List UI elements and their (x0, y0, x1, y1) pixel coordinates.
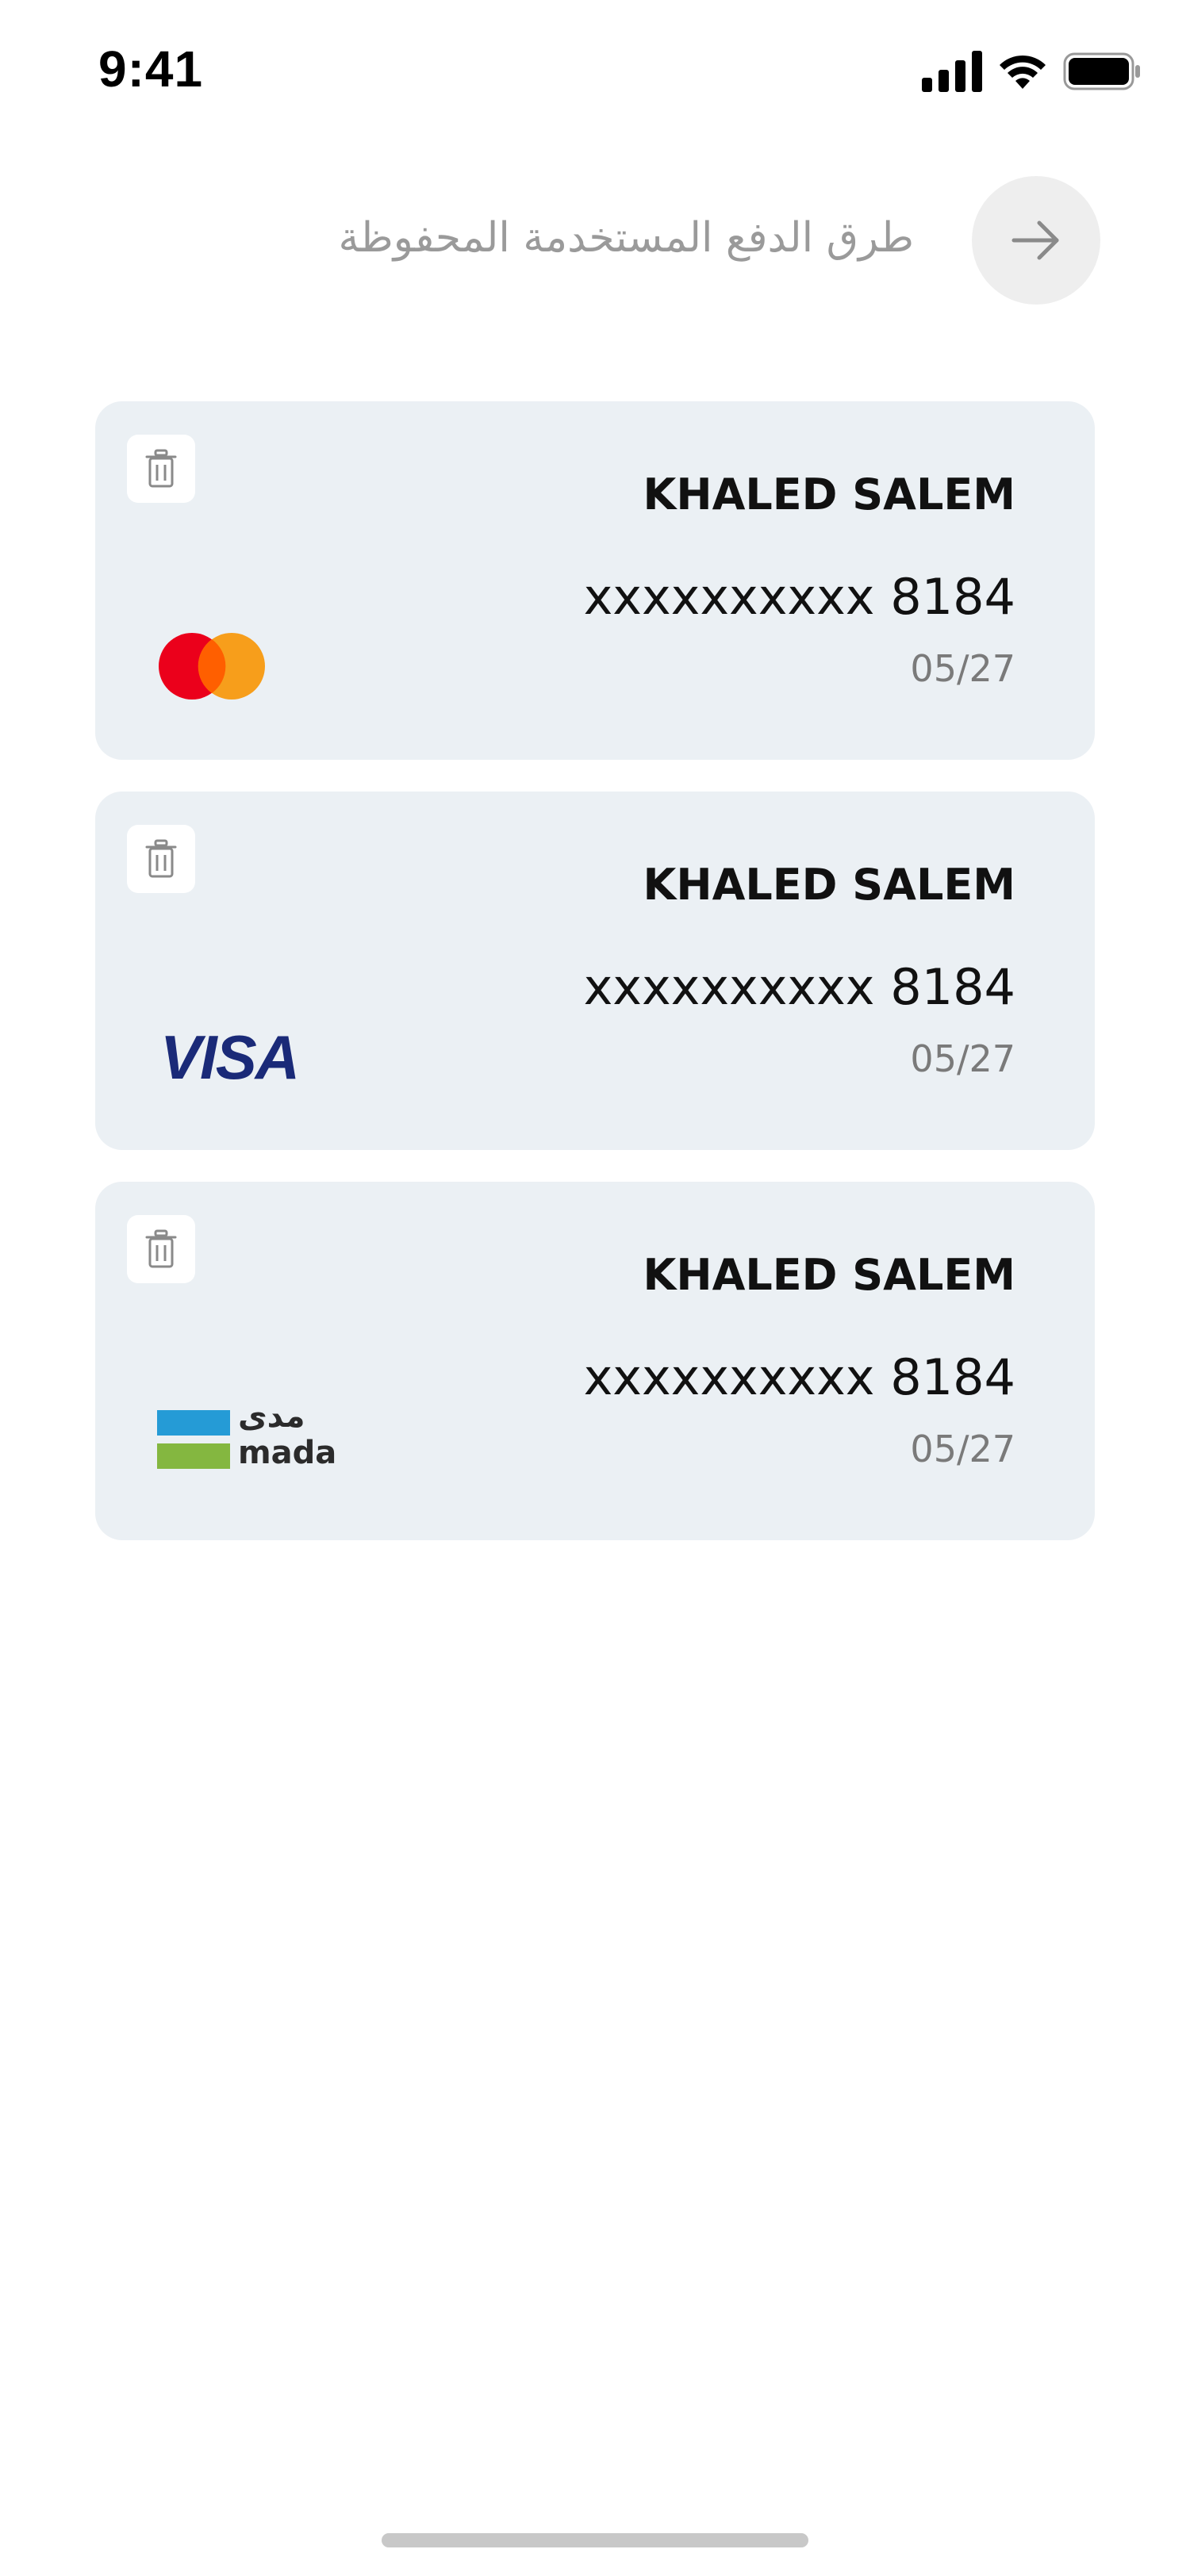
delete-card-button[interactable] (127, 435, 195, 503)
card-holder-name: KHALED SALEM (643, 1250, 1015, 1300)
saved-card[interactable]: KHALED SALEM xxxxxxxxxx 8184 05/27 مدى m… (95, 1182, 1095, 1540)
arrow-right-icon (1012, 220, 1059, 260)
card-expiry: 05/27 (910, 647, 1015, 690)
mada-green-bar (157, 1443, 230, 1469)
saved-cards-list: KHALED SALEM xxxxxxxxxx 8184 05/27 KHALE… (95, 401, 1095, 1572)
mada-arabic-text: مدى (238, 1398, 305, 1435)
card-expiry: 05/27 (910, 1428, 1015, 1470)
saved-card[interactable]: KHALED SALEM xxxxxxxxxx 8184 05/27 (95, 401, 1095, 760)
back-button[interactable] (972, 176, 1100, 305)
mastercard-logo (157, 631, 267, 701)
trash-icon (145, 839, 177, 878)
visa-logo: VISA (160, 1022, 300, 1092)
card-holder-name: KHALED SALEM (643, 470, 1015, 519)
delete-card-button[interactable] (127, 1215, 195, 1283)
card-number: xxxxxxxxxx 8184 (583, 958, 1015, 1016)
mada-logo: مدى mada (157, 1401, 347, 1475)
card-holder-name: KHALED SALEM (643, 860, 1015, 910)
mada-blue-bar (157, 1410, 230, 1436)
page-title: طرق الدفع المستخدمة المحفوظة (338, 214, 914, 262)
card-number: xxxxxxxxxx 8184 (583, 1348, 1015, 1406)
status-time: 9:41 (98, 40, 204, 98)
mada-latin-text: mada (238, 1435, 337, 1471)
status-icons (922, 48, 1141, 95)
page-header: طرق الدفع المستخدمة المحفوظة (0, 176, 1190, 306)
status-bar: 9:41 (0, 0, 1190, 143)
trash-icon (145, 1229, 177, 1268)
trash-icon (145, 449, 177, 488)
home-indicator[interactable] (382, 2533, 808, 2547)
wifi-icon (1000, 55, 1046, 89)
card-number: xxxxxxxxxx 8184 (583, 568, 1015, 626)
saved-card[interactable]: KHALED SALEM xxxxxxxxxx 8184 05/27 VISA (95, 792, 1095, 1150)
delete-card-button[interactable] (127, 825, 195, 893)
battery-icon (1063, 52, 1140, 90)
cellular-signal-icon (922, 51, 982, 92)
card-expiry: 05/27 (910, 1037, 1015, 1080)
